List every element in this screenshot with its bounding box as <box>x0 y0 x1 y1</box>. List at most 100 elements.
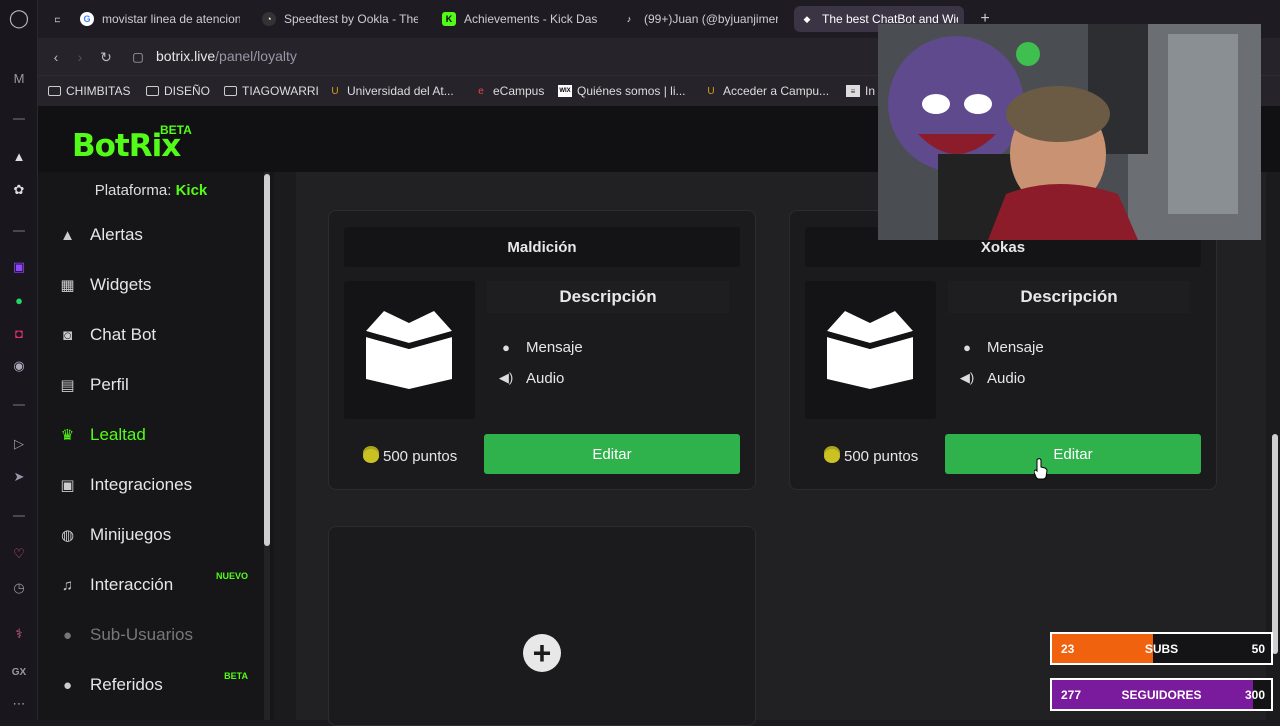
description-header: Descripción <box>487 281 729 313</box>
box-icon <box>827 311 913 389</box>
hand-cursor-icon <box>1034 458 1048 480</box>
whatsapp-icon[interactable]: ● <box>9 290 29 310</box>
new-badge: NUEVO <box>215 571 248 581</box>
workspace-icon[interactable]: M <box>9 68 29 88</box>
reward-cost: 500 puntos <box>363 444 457 468</box>
subs-target: 50 <box>1251 642 1265 656</box>
bookmark-folder[interactable]: CHIMBITAS <box>48 82 130 100</box>
sidebar-item-referidos[interactable]: ● Referidos BETA <box>38 665 264 705</box>
followers-target: 300 <box>1244 688 1265 702</box>
sidebar-item-minijuegos[interactable]: ◍ Minijuegos <box>38 515 264 555</box>
url-field[interactable]: botrix.live/panel/loyalty <box>156 48 297 64</box>
sidebar-scrollbar-thumb[interactable] <box>264 174 270 546</box>
back-button[interactable]: ‹ <box>46 47 66 67</box>
bookmark-item[interactable]: WIX Quiénes somos | li... <box>558 82 686 100</box>
description-header: Descripción <box>948 281 1190 313</box>
lock-icon[interactable]: ▢ <box>128 47 148 67</box>
gamepad-icon: ◍ <box>60 527 75 544</box>
comment-icon: ● <box>963 339 971 355</box>
instagram-icon[interactable]: ◘ <box>9 323 29 343</box>
bookmark-item[interactable]: U Universidad del At... <box>328 82 453 100</box>
sidebar-item-alertas[interactable]: ▲ Alertas <box>38 215 264 255</box>
tiktok-icon: ♪ <box>626 14 632 24</box>
page-scrollbar-thumb[interactable] <box>1272 434 1278 654</box>
volume-icon: ◀) <box>959 370 975 385</box>
audio-line: ◀) Audio <box>498 369 565 387</box>
bookmark-item[interactable]: U Acceder a Campu... <box>704 82 829 100</box>
bookmark-folder[interactable]: TIAGOWARRI <box>224 82 319 100</box>
opera-logo-icon[interactable]: ◯ <box>9 8 29 28</box>
url-path: /panel/loyalty <box>215 48 297 64</box>
reward-card-xokas: Xokas Descripción ● Mensaje ◀) Audio 500 p… <box>789 210 1217 490</box>
history-icon[interactable]: ◷ <box>9 578 29 598</box>
ecampus-icon: e <box>478 85 484 97</box>
tab-1[interactable]: G movistar linea de atencion <box>74 6 246 32</box>
tab-3[interactable]: K Achievements - Kick Dasl <box>436 6 604 32</box>
sidebar-item-interaccion[interactable]: ♫ Interacción NUEVO <box>38 565 264 605</box>
beta-badge: BETA <box>224 671 248 681</box>
sidebar-item-perfil[interactable]: ▤ Perfil <box>38 365 264 405</box>
rail-divider <box>13 118 25 120</box>
more-icon[interactable]: ⋯ <box>9 694 29 714</box>
send-icon[interactable]: ➤ <box>9 467 29 487</box>
sidebar-item-widgets[interactable]: ▦ Widgets <box>38 265 264 305</box>
wix-icon: WIX <box>558 85 572 97</box>
followers-label: SEGUIDORES <box>1121 688 1202 702</box>
beta-badge: BETA <box>160 123 192 137</box>
reward-card-maldicion: Maldición Descripción ● Mensaje ◀) Audio 5… <box>328 210 756 490</box>
kick-icon: K <box>442 12 456 26</box>
message-line: ● Mensaje <box>958 336 1044 358</box>
folder-icon <box>224 86 237 96</box>
sidebar-item-chat-bot[interactable]: ◙ Chat Bot <box>38 315 264 355</box>
gx-icon[interactable]: ⚕ <box>9 624 29 644</box>
warning-icon: ▲ <box>60 226 75 244</box>
platform-label: Plataforma: Kick <box>94 182 208 199</box>
sidebar-item-integraciones[interactable]: ▣ Integraciones <box>38 465 264 505</box>
volume-icon: ◀) <box>498 370 514 385</box>
music-player-icon[interactable]: ▷ <box>9 434 29 454</box>
reward-title: Maldición <box>344 227 740 267</box>
rail-divider <box>13 404 25 406</box>
reload-button[interactable]: ↻ <box>96 47 116 67</box>
reward-image <box>805 281 936 419</box>
music-icon: ♫ <box>61 576 74 594</box>
bookmark-item[interactable]: ≡ In <box>846 82 875 100</box>
discord-icon[interactable]: ◉ <box>9 356 29 376</box>
message-line: ● Mensaje <box>497 336 583 358</box>
comment-icon: ● <box>502 339 510 355</box>
page-icon: ≡ <box>846 85 860 97</box>
edit-button[interactable]: Editar <box>945 434 1201 474</box>
users-icon: ● <box>62 626 73 644</box>
folder-icon <box>48 86 61 96</box>
chatgpt-icon[interactable]: ✿ <box>9 180 29 200</box>
tab-islands-icon[interactable]: ▭ <box>48 6 60 32</box>
trophy-icon: ♛ <box>60 427 75 444</box>
sidebar-item-lealtad[interactable]: ♛ Lealtad <box>38 415 264 455</box>
browser-sidebar: ◯ M ▲ ✿ ▣ ● ◘ ◉ ▷ ➤ ♡ ◷ ⚕ GX ⋯ <box>0 0 38 720</box>
coins-icon <box>824 449 840 463</box>
bookmark-item[interactable]: e eCampus <box>474 82 544 100</box>
robot-icon: ◙ <box>62 326 73 344</box>
edit-button[interactable]: Editar <box>484 434 740 474</box>
integration-icon: ▣ <box>60 477 75 494</box>
tab-4[interactable]: ♪ (99+)Juan (@byjuanjimer <box>616 6 784 32</box>
subs-label: SUBS <box>1144 642 1179 656</box>
aria-icon[interactable]: ▲ <box>9 146 29 166</box>
id-card-icon: ▤ <box>60 377 75 394</box>
speedtest-icon: ◔ <box>262 12 276 26</box>
forward-button[interactable]: › <box>70 47 90 67</box>
bookmark-folder[interactable]: DISEÑO <box>146 82 210 100</box>
add-reward-card[interactable]: + <box>328 526 756 726</box>
campus-icon: U <box>707 85 715 97</box>
webcam-overlay <box>878 24 1261 240</box>
heart-icon[interactable]: ♡ <box>9 544 29 564</box>
plus-circle-icon[interactable]: + <box>523 634 561 672</box>
tab-2[interactable]: ◔ Speedtest by Ookla - The <box>256 6 424 32</box>
followers-goal-bar: 277 SEGUIDORES 300 <box>1050 678 1273 711</box>
gx-corner-icon[interactable]: GX <box>9 662 29 682</box>
subs-goal-bar: 23 SUBS 50 <box>1050 632 1273 665</box>
box-icon <box>366 311 452 389</box>
sidebar-item-sub-usuarios[interactable]: ● Sub-Usuarios <box>38 615 264 655</box>
botrix-icon: ◆ <box>803 13 811 24</box>
twitch-icon[interactable]: ▣ <box>9 257 29 277</box>
